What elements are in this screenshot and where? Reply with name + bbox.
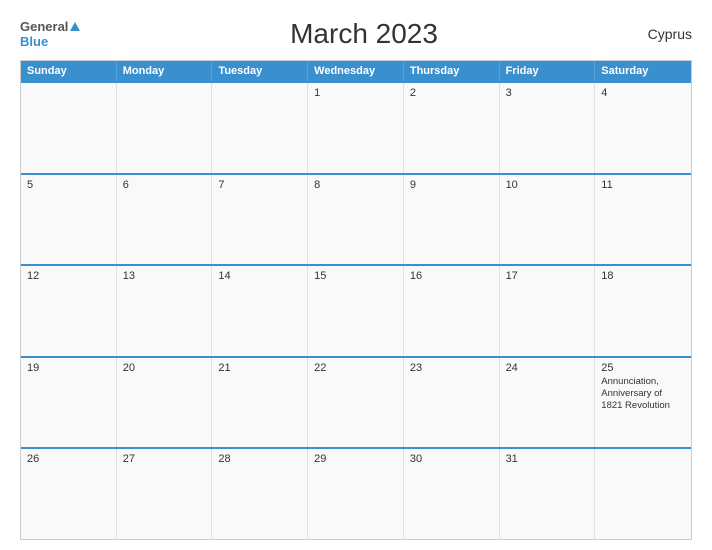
cal-cell-w4-d3: 21 xyxy=(212,358,308,448)
day-number: 11 xyxy=(601,179,685,191)
cal-cell-w5-d7 xyxy=(595,449,691,539)
country-label: Cyprus xyxy=(648,26,692,42)
day-number: 24 xyxy=(506,362,589,374)
col-thursday: Thursday xyxy=(404,61,500,81)
week-row-4: 19 20 21 22 23 24 25 Annunciation, Anniversary … xyxy=(21,356,691,448)
day-number: 15 xyxy=(314,270,397,282)
cal-cell-w3-d4: 15 xyxy=(308,266,404,356)
day-number: 8 xyxy=(314,179,397,191)
col-friday: Friday xyxy=(500,61,596,81)
logo-general-text: General xyxy=(20,19,68,34)
day-number: 23 xyxy=(410,362,493,374)
logo-blue-text: Blue xyxy=(20,34,48,49)
day-number: 6 xyxy=(123,179,206,191)
day-number: 27 xyxy=(123,453,206,465)
cal-cell-w5-d5: 30 xyxy=(404,449,500,539)
cal-cell-w3-d7: 18 xyxy=(595,266,691,356)
cal-cell-w2-d5: 9 xyxy=(404,175,500,265)
day-number: 2 xyxy=(410,87,493,99)
logo: General Blue xyxy=(20,19,80,49)
day-number: 19 xyxy=(27,362,110,374)
logo-triangle-icon xyxy=(70,22,80,31)
col-tuesday: Tuesday xyxy=(212,61,308,81)
cal-cell-w4-d6: 24 xyxy=(500,358,596,448)
cal-cell-w2-d4: 8 xyxy=(308,175,404,265)
day-number: 10 xyxy=(506,179,589,191)
cal-cell-w4-d4: 22 xyxy=(308,358,404,448)
day-number: 7 xyxy=(218,179,301,191)
day-number: 3 xyxy=(506,87,589,99)
day-number: 12 xyxy=(27,270,110,282)
cal-cell-w5-d1: 26 xyxy=(21,449,117,539)
day-number: 31 xyxy=(506,453,589,465)
day-number: 1 xyxy=(314,87,397,99)
cal-cell-w3-d6: 17 xyxy=(500,266,596,356)
cal-cell-w3-d2: 13 xyxy=(117,266,213,356)
day-number: 30 xyxy=(410,453,493,465)
day-number: 17 xyxy=(506,270,589,282)
header: General Blue March 2023 Cyprus xyxy=(20,18,692,50)
col-sunday: Sunday xyxy=(21,61,117,81)
day-number: 28 xyxy=(218,453,301,465)
cal-cell-w2-d7: 11 xyxy=(595,175,691,265)
event-label: Annunciation, Anniversary of 1821 Revolu… xyxy=(601,376,685,413)
cal-cell-w4-d5: 23 xyxy=(404,358,500,448)
cal-cell-w3-d3: 14 xyxy=(212,266,308,356)
cal-cell-w2-d1: 5 xyxy=(21,175,117,265)
cal-cell-w1-d7: 4 xyxy=(595,83,691,173)
cal-cell-w1-d3 xyxy=(212,83,308,173)
cal-cell-w1-d4: 1 xyxy=(308,83,404,173)
calendar-page: General Blue March 2023 Cyprus Sunday Mo… xyxy=(0,0,712,550)
calendar-header-row: Sunday Monday Tuesday Wednesday Thursday… xyxy=(21,61,691,81)
week-row-3: 12 13 14 15 16 17 18 xyxy=(21,264,691,356)
cal-cell-w3-d5: 16 xyxy=(404,266,500,356)
cal-cell-w5-d3: 28 xyxy=(212,449,308,539)
cal-cell-w2-d3: 7 xyxy=(212,175,308,265)
cal-cell-w1-d6: 3 xyxy=(500,83,596,173)
cal-cell-w5-d6: 31 xyxy=(500,449,596,539)
week-row-5: 26 27 28 29 30 31 xyxy=(21,447,691,539)
day-number: 25 xyxy=(601,362,685,374)
cal-cell-w2-d2: 6 xyxy=(117,175,213,265)
col-wednesday: Wednesday xyxy=(308,61,404,81)
day-number: 13 xyxy=(123,270,206,282)
week-row-1: 1 2 34 xyxy=(21,81,691,173)
week-row-2: 5 67 8 9 10 11 xyxy=(21,173,691,265)
cal-cell-w2-d6: 10 xyxy=(500,175,596,265)
cal-cell-w1-d1 xyxy=(21,83,117,173)
day-number: 26 xyxy=(27,453,110,465)
day-number: 16 xyxy=(410,270,493,282)
cal-cell-w4-d7: 25 Annunciation, Anniversary of 1821 Revo… xyxy=(595,358,691,448)
calendar-body: 1234567891011121314151617181920212223242… xyxy=(21,81,691,539)
day-number: 9 xyxy=(410,179,493,191)
cal-cell-w3-d1: 12 xyxy=(21,266,117,356)
day-number: 22 xyxy=(314,362,397,374)
cal-cell-w5-d2: 27 xyxy=(117,449,213,539)
col-monday: Monday xyxy=(117,61,213,81)
calendar-grid: Sunday Monday Tuesday Wednesday Thursday… xyxy=(20,60,692,540)
cal-cell-w4-d1: 19 xyxy=(21,358,117,448)
cal-cell-w4-d2: 20 xyxy=(117,358,213,448)
cal-cell-w5-d4: 29 xyxy=(308,449,404,539)
day-number: 21 xyxy=(218,362,301,374)
day-number: 29 xyxy=(314,453,397,465)
cal-cell-w1-d2 xyxy=(117,83,213,173)
calendar-title: March 2023 xyxy=(290,18,438,50)
day-number: 20 xyxy=(123,362,206,374)
day-number: 5 xyxy=(27,179,110,191)
day-number: 4 xyxy=(601,87,685,99)
cal-cell-w1-d5: 2 xyxy=(404,83,500,173)
col-saturday: Saturday xyxy=(595,61,691,81)
day-number: 18 xyxy=(601,270,685,282)
day-number: 14 xyxy=(218,270,301,282)
